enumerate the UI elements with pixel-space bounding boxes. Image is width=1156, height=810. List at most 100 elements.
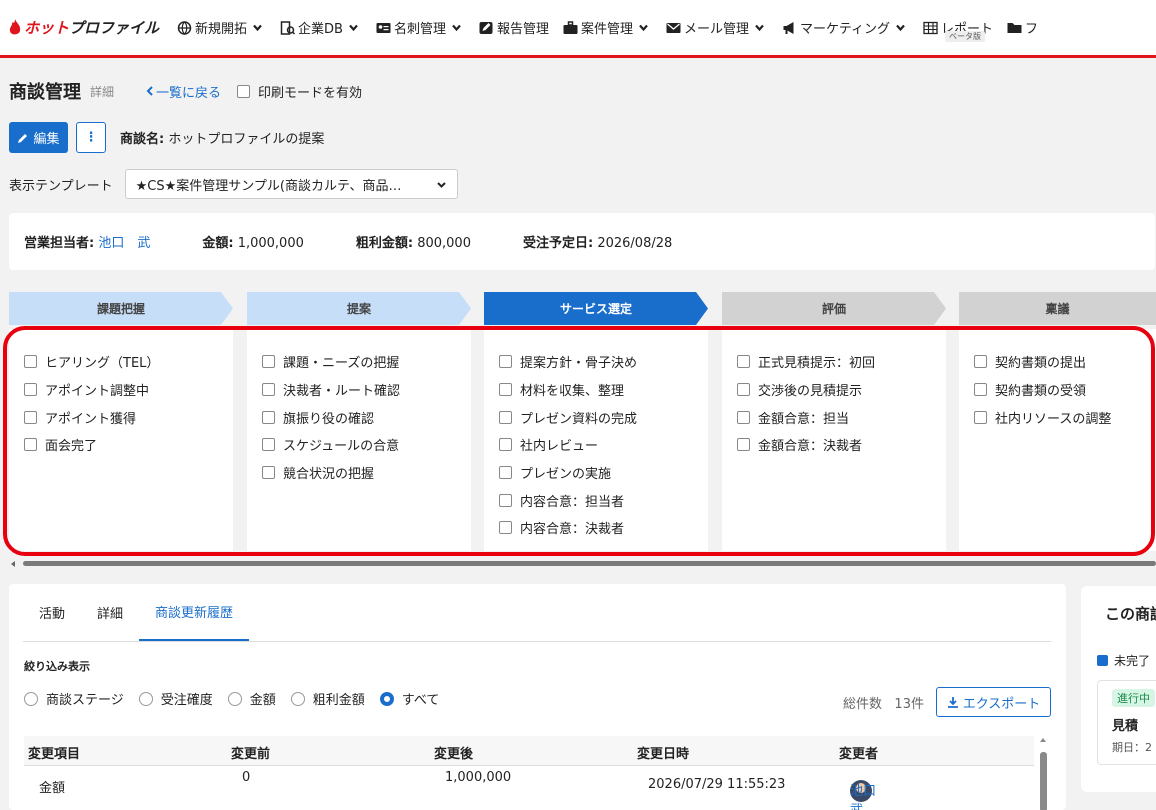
radio-button[interactable]	[290, 691, 305, 706]
back-to-list-link[interactable]: 一覧に戻る	[144, 82, 221, 101]
stage-step[interactable]: 稟議	[959, 292, 1156, 325]
stage-label: 提案	[346, 302, 371, 316]
task-label: スケジュールの合意	[283, 439, 400, 455]
radio-button[interactable]	[227, 691, 242, 706]
tab-2[interactable]: 商談更新履歴	[139, 583, 250, 641]
task-item[interactable]: 決裁者・ルート確認	[262, 376, 471, 404]
print-mode-checkbox[interactable]	[237, 84, 251, 98]
nav-item-4[interactable]: 案件管理	[563, 18, 652, 37]
task-item[interactable]: 契約書類の提出	[974, 348, 1156, 376]
incomplete-checkbox[interactable]	[1097, 655, 1108, 666]
edit-button[interactable]: 編集	[9, 122, 68, 153]
task-item[interactable]: 金額合意：決裁者	[737, 431, 946, 459]
task-item[interactable]: 社内リソースの調整	[974, 403, 1156, 431]
beta-badge: ベータ版	[945, 31, 986, 42]
tab-1[interactable]: 詳細	[81, 583, 139, 641]
task-checkbox[interactable]	[737, 355, 750, 369]
owner-link[interactable]: 池口 武	[98, 236, 150, 251]
task-item[interactable]: 正式見積提示：初回	[737, 348, 946, 376]
task-checkbox[interactable]	[499, 466, 512, 480]
task-checkbox[interactable]	[737, 383, 750, 397]
stage-step[interactable]: 課題把握	[9, 292, 233, 325]
template-row: 表示テンプレート ★CS★案件管理サンプル(商談カルテ、商品…	[9, 169, 458, 199]
task-checkbox[interactable]	[974, 410, 987, 424]
stage-task-column: ヒアリング（TEL） アポイント調整中 アポイント獲得 面会完了	[9, 329, 233, 551]
filter-option[interactable]: 商談ステージ	[24, 689, 124, 708]
vertical-scrollbar[interactable]	[1039, 736, 1047, 810]
task-item[interactable]: 内容合意：担当者	[499, 486, 708, 514]
task-checkbox[interactable]	[974, 355, 987, 369]
filter-option[interactable]: 粗利金額	[290, 689, 365, 708]
incomplete-filter[interactable]: 未完了	[1097, 652, 1150, 669]
task-checkbox[interactable]	[262, 438, 275, 452]
task-checkbox[interactable]	[262, 410, 275, 424]
task-item[interactable]: 内容合意：決裁者	[499, 514, 708, 542]
task-item[interactable]: ヒアリング（TEL）	[24, 348, 233, 376]
task-item[interactable]: 金額合意：担当	[737, 403, 946, 431]
filter-option[interactable]: 受注確度	[138, 689, 213, 708]
task-checkbox[interactable]	[24, 355, 37, 369]
tab-0[interactable]: 活動	[23, 583, 81, 641]
stage-step[interactable]: サービス選定	[484, 292, 708, 325]
task-checkbox[interactable]	[262, 383, 275, 397]
task-checkbox[interactable]	[499, 521, 512, 535]
task-checkbox[interactable]	[24, 438, 37, 452]
task-checkbox[interactable]	[974, 383, 987, 397]
nav-item-6[interactable]: マーケティング	[782, 18, 909, 37]
horizontal-scrollbar[interactable]	[9, 560, 1156, 568]
task-checkbox[interactable]	[499, 383, 512, 397]
task-checkbox[interactable]	[499, 493, 512, 507]
nav-item-3[interactable]: 報告管理	[479, 18, 549, 37]
task-item[interactable]: 材料を収集、整理	[499, 376, 708, 404]
task-item[interactable]: プレゼン資料の完成	[499, 403, 708, 431]
filter-option[interactable]: 金額	[227, 689, 276, 708]
task-item[interactable]: 競合状況の把握	[262, 459, 471, 487]
task-item[interactable]: 課題・ニーズの把握	[262, 348, 471, 376]
more-options-button[interactable]: ⋮	[76, 122, 106, 153]
task-item[interactable]: 交渉後の見積提示	[737, 376, 946, 404]
scroll-up-icon[interactable]	[1039, 736, 1047, 744]
export-button[interactable]: エクスポート	[936, 687, 1051, 717]
task-label: プレゼン資料の完成	[520, 411, 638, 427]
nav-item-5[interactable]: メール管理	[666, 18, 768, 37]
task-checkbox[interactable]	[737, 410, 750, 424]
task-label: ヒアリング（TEL）	[45, 356, 160, 372]
page-title: 商談管理	[9, 82, 81, 103]
print-mode-toggle[interactable]: 印刷モードを有効	[237, 82, 362, 101]
nav-item-2[interactable]: 名刺管理	[376, 18, 465, 37]
nav-item-1[interactable]: 企業DB	[280, 18, 362, 37]
stage-step[interactable]: 評価	[722, 292, 946, 325]
scroll-left-icon[interactable]	[9, 560, 17, 568]
task-checkbox[interactable]	[499, 355, 512, 369]
task-item[interactable]: 面会完了	[24, 431, 233, 459]
task-checkbox[interactable]	[24, 383, 37, 397]
task-checkbox[interactable]	[262, 355, 275, 369]
radio-button[interactable]	[379, 691, 394, 706]
nav-item-8[interactable]: フ	[1007, 18, 1038, 37]
radio-button[interactable]	[24, 691, 38, 706]
task-item[interactable]: 社内レビュー	[499, 431, 708, 459]
task-item[interactable]: 契約書類の受領	[974, 376, 1156, 404]
task-checkbox[interactable]	[262, 466, 275, 480]
stage-step[interactable]: 提案	[247, 292, 471, 325]
filter-option[interactable]: すべて	[379, 689, 439, 708]
task-item[interactable]: 旗振り役の確認	[262, 403, 471, 431]
task-item[interactable]: アポイント調整中	[24, 376, 233, 404]
radio-button[interactable]	[138, 691, 153, 706]
scrollbar-thumb[interactable]	[1040, 752, 1047, 810]
nav-item-7[interactable]: レポート ベータ版	[923, 18, 993, 42]
task-checkbox[interactable]	[737, 438, 750, 452]
user-link[interactable]: 池口 武	[850, 780, 889, 810]
task-checkbox[interactable]	[499, 410, 512, 424]
task-checkbox[interactable]	[499, 438, 512, 452]
nav-item-0[interactable]: 新規開拓	[177, 18, 266, 37]
task-item[interactable]: アポイント獲得	[24, 403, 233, 431]
scrollbar-thumb[interactable]	[23, 561, 1156, 566]
brand-logo[interactable]: ホットプロファイル	[8, 17, 159, 38]
task-item[interactable]: スケジュールの合意	[262, 431, 471, 459]
task-card[interactable]: 進行中 見積 期日：2	[1097, 680, 1156, 765]
task-item[interactable]: プレゼンの実施	[499, 459, 708, 487]
task-item[interactable]: 提案方針・骨子決め	[499, 348, 708, 376]
task-checkbox[interactable]	[24, 410, 37, 424]
template-select[interactable]: ★CS★案件管理サンプル(商談カルテ、商品…	[124, 169, 458, 199]
